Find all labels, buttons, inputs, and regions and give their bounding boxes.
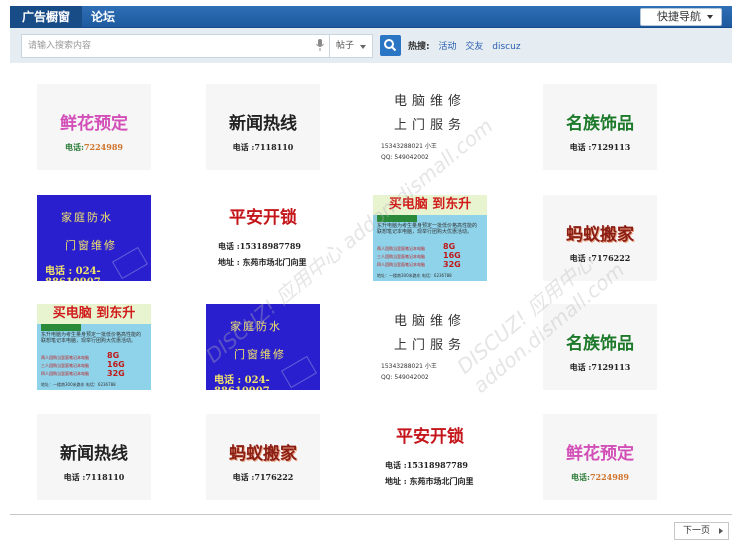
- search-icon: [384, 39, 397, 52]
- next-page-label: 下一页: [683, 526, 711, 536]
- divider: [10, 514, 732, 515]
- ad-rows: 两人团购当里面笔记本电脑 三人团购当里面笔记本电脑 四人团购当里面笔记本电脑: [41, 355, 89, 376]
- ad-address: 地址 : 东苑市场北门向里: [385, 476, 474, 486]
- ad-body: 东升电脑为考生量身预定一批低价格高性能的联想笔记本电脑，现举行团购大优惠活动。: [377, 223, 478, 235]
- ad-jewelry[interactable]: 名族饰品 电话 :7129113: [543, 304, 657, 390]
- ad-flower[interactable]: 鲜花预定 电话:7224989: [543, 414, 657, 500]
- ad-title: 新闻热线: [229, 114, 297, 134]
- ad-phone: 电话:7224989: [571, 472, 629, 482]
- ad-title: 蚂蚁搬家: [229, 444, 297, 464]
- search-input[interactable]: 请输入搜索内容: [21, 34, 339, 58]
- ad-phone: 电话:7224989: [65, 142, 123, 152]
- ad-title: 名族饰品: [566, 114, 634, 134]
- next-page-button[interactable]: 下一页: [674, 522, 729, 540]
- ad-band: [377, 215, 417, 222]
- ad-waterproofing[interactable]: 家庭防水 门窗维修 电话 : 024-88610907: [206, 304, 320, 390]
- ad-rows: 两人团购当里面笔记本电脑 三人团购当里面笔记本电脑 四人团购当里面笔记本电脑: [377, 246, 425, 267]
- ad-line: 上门服务: [393, 118, 466, 133]
- ad-phone: 电话 :7129113: [569, 362, 631, 372]
- search-bar: 请输入搜索内容 帖子 热搜: 活动 交友 discuz: [10, 28, 732, 63]
- ad-phone: 电话 :7176222: [569, 253, 631, 263]
- ad-title: 蚂蚁搬家: [566, 225, 634, 245]
- ad-band: [41, 324, 81, 331]
- chevron-down-icon: [707, 15, 713, 19]
- ad-phone: 电话 :7118110: [63, 472, 125, 482]
- chevron-down-icon: [360, 45, 366, 49]
- ad-title: 鲜花预定: [60, 114, 128, 134]
- ad-line: 家庭防水: [230, 320, 282, 333]
- quick-nav-button[interactable]: 快捷导航: [640, 8, 722, 26]
- ad-title: 平安开锁: [396, 427, 464, 447]
- ad-footer: 地址：一楼南300米路东 电话：6236788: [41, 382, 116, 387]
- ad-locksmith[interactable]: 平安开锁 电话 :15318987789 地址 : 东苑市场北门向里: [206, 195, 320, 281]
- ad-line: 门窗维修: [65, 239, 117, 252]
- ad-line: 门窗维修: [234, 348, 286, 361]
- ad-locksmith[interactable]: 平安开锁 电话 :15318987789 地址 : 东苑市场北门向里: [373, 414, 487, 500]
- ad-title: 买电脑 到东升: [373, 195, 487, 215]
- ad-pc-repair[interactable]: 电脑维修 上门服务 15343288021 小王 QQ: 549042002: [373, 84, 487, 170]
- ad-waterproofing[interactable]: 家庭防水 门窗维修 电话 : 024-88610907: [37, 195, 151, 281]
- ad-buy-computer[interactable]: 买电脑 到东升 东升电脑为考生量身预定一批低价格高性能的联想笔记本电脑，现举行团…: [373, 195, 487, 281]
- ad-jewelry[interactable]: 名族饰品 电话 :7129113: [543, 84, 657, 170]
- ad-line: 电脑维修: [393, 94, 466, 109]
- hot-term-link[interactable]: 活动: [438, 42, 456, 52]
- ad-sizes: 8G 16G 32G: [443, 242, 461, 269]
- hot-term-link[interactable]: discuz: [492, 42, 520, 52]
- ad-phone: 电话 :15318987789: [385, 460, 468, 470]
- ad-qq: QQ: 549042002: [381, 154, 429, 161]
- hot-term-link[interactable]: 交友: [465, 42, 483, 52]
- ad-qq: QQ: 549042002: [381, 374, 429, 381]
- ad-title: 买电脑 到东升: [37, 304, 151, 324]
- top-nav: 广告橱窗 论坛 快捷导航: [10, 6, 732, 28]
- hot-search: 热搜: 活动 交友 discuz: [408, 39, 521, 52]
- ad-flower[interactable]: 鲜花预定 电话:7224989: [37, 84, 151, 170]
- tab-forum[interactable]: 论坛: [86, 6, 120, 28]
- ad-moving[interactable]: 蚂蚁搬家 电话 :7176222: [543, 195, 657, 281]
- ad-pc-repair[interactable]: 电脑维修 上门服务 15343288021 小王 QQ: 549042002: [373, 304, 487, 390]
- ad-title: 新闻热线: [60, 444, 128, 464]
- ad-address: 地址 : 东苑市场北门向里: [218, 257, 307, 267]
- ad-phone: 15343288021 小王: [381, 363, 437, 370]
- search-button[interactable]: [380, 35, 401, 56]
- ad-buy-computer[interactable]: 买电脑 到东升 东升电脑为考生量身预定一批低价格高性能的联想笔记本电脑，现举行团…: [37, 304, 151, 390]
- ad-title: 名族饰品: [566, 334, 634, 354]
- search-scope-select[interactable]: 帖子: [329, 34, 373, 58]
- hot-search-label: 热搜:: [408, 42, 430, 52]
- quick-nav-label: 快捷导航: [657, 10, 701, 23]
- ad-phone: 电话 :7176222: [232, 472, 294, 482]
- ad-phone: 15343288021 小王: [381, 143, 437, 150]
- ad-moving[interactable]: 蚂蚁搬家 电话 :7176222: [206, 414, 320, 500]
- ad-line: 上门服务: [393, 338, 466, 353]
- tab-ad-showcase[interactable]: 广告橱窗: [10, 6, 82, 28]
- ad-footer: 地址：一楼南300米路东 电话：6236788: [377, 273, 452, 278]
- chevron-right-icon: [719, 528, 723, 534]
- ad-phone: 电话 :7118110: [232, 142, 294, 152]
- ad-sizes: 8G 16G 32G: [107, 351, 125, 378]
- ad-phone: 电话 :15318987789: [218, 241, 301, 251]
- search-scope-value: 帖子: [336, 41, 355, 51]
- ad-news-hotline[interactable]: 新闻热线 电话 :7118110: [206, 84, 320, 170]
- ad-title: 平安开锁: [229, 208, 297, 228]
- ad-phone: 电话 :7129113: [569, 142, 631, 152]
- ad-body: 东升电脑为考生量身预定一批低价格高性能的联想笔记本电脑，现举行团购大优惠活动。: [41, 332, 142, 344]
- ad-line: 家庭防水: [61, 211, 113, 224]
- ad-news-hotline[interactable]: 新闻热线 电话 :7118110: [37, 414, 151, 500]
- ad-title: 鲜花预定: [566, 444, 634, 464]
- microphone-icon[interactable]: [316, 39, 324, 51]
- ad-line: 电脑维修: [393, 314, 466, 329]
